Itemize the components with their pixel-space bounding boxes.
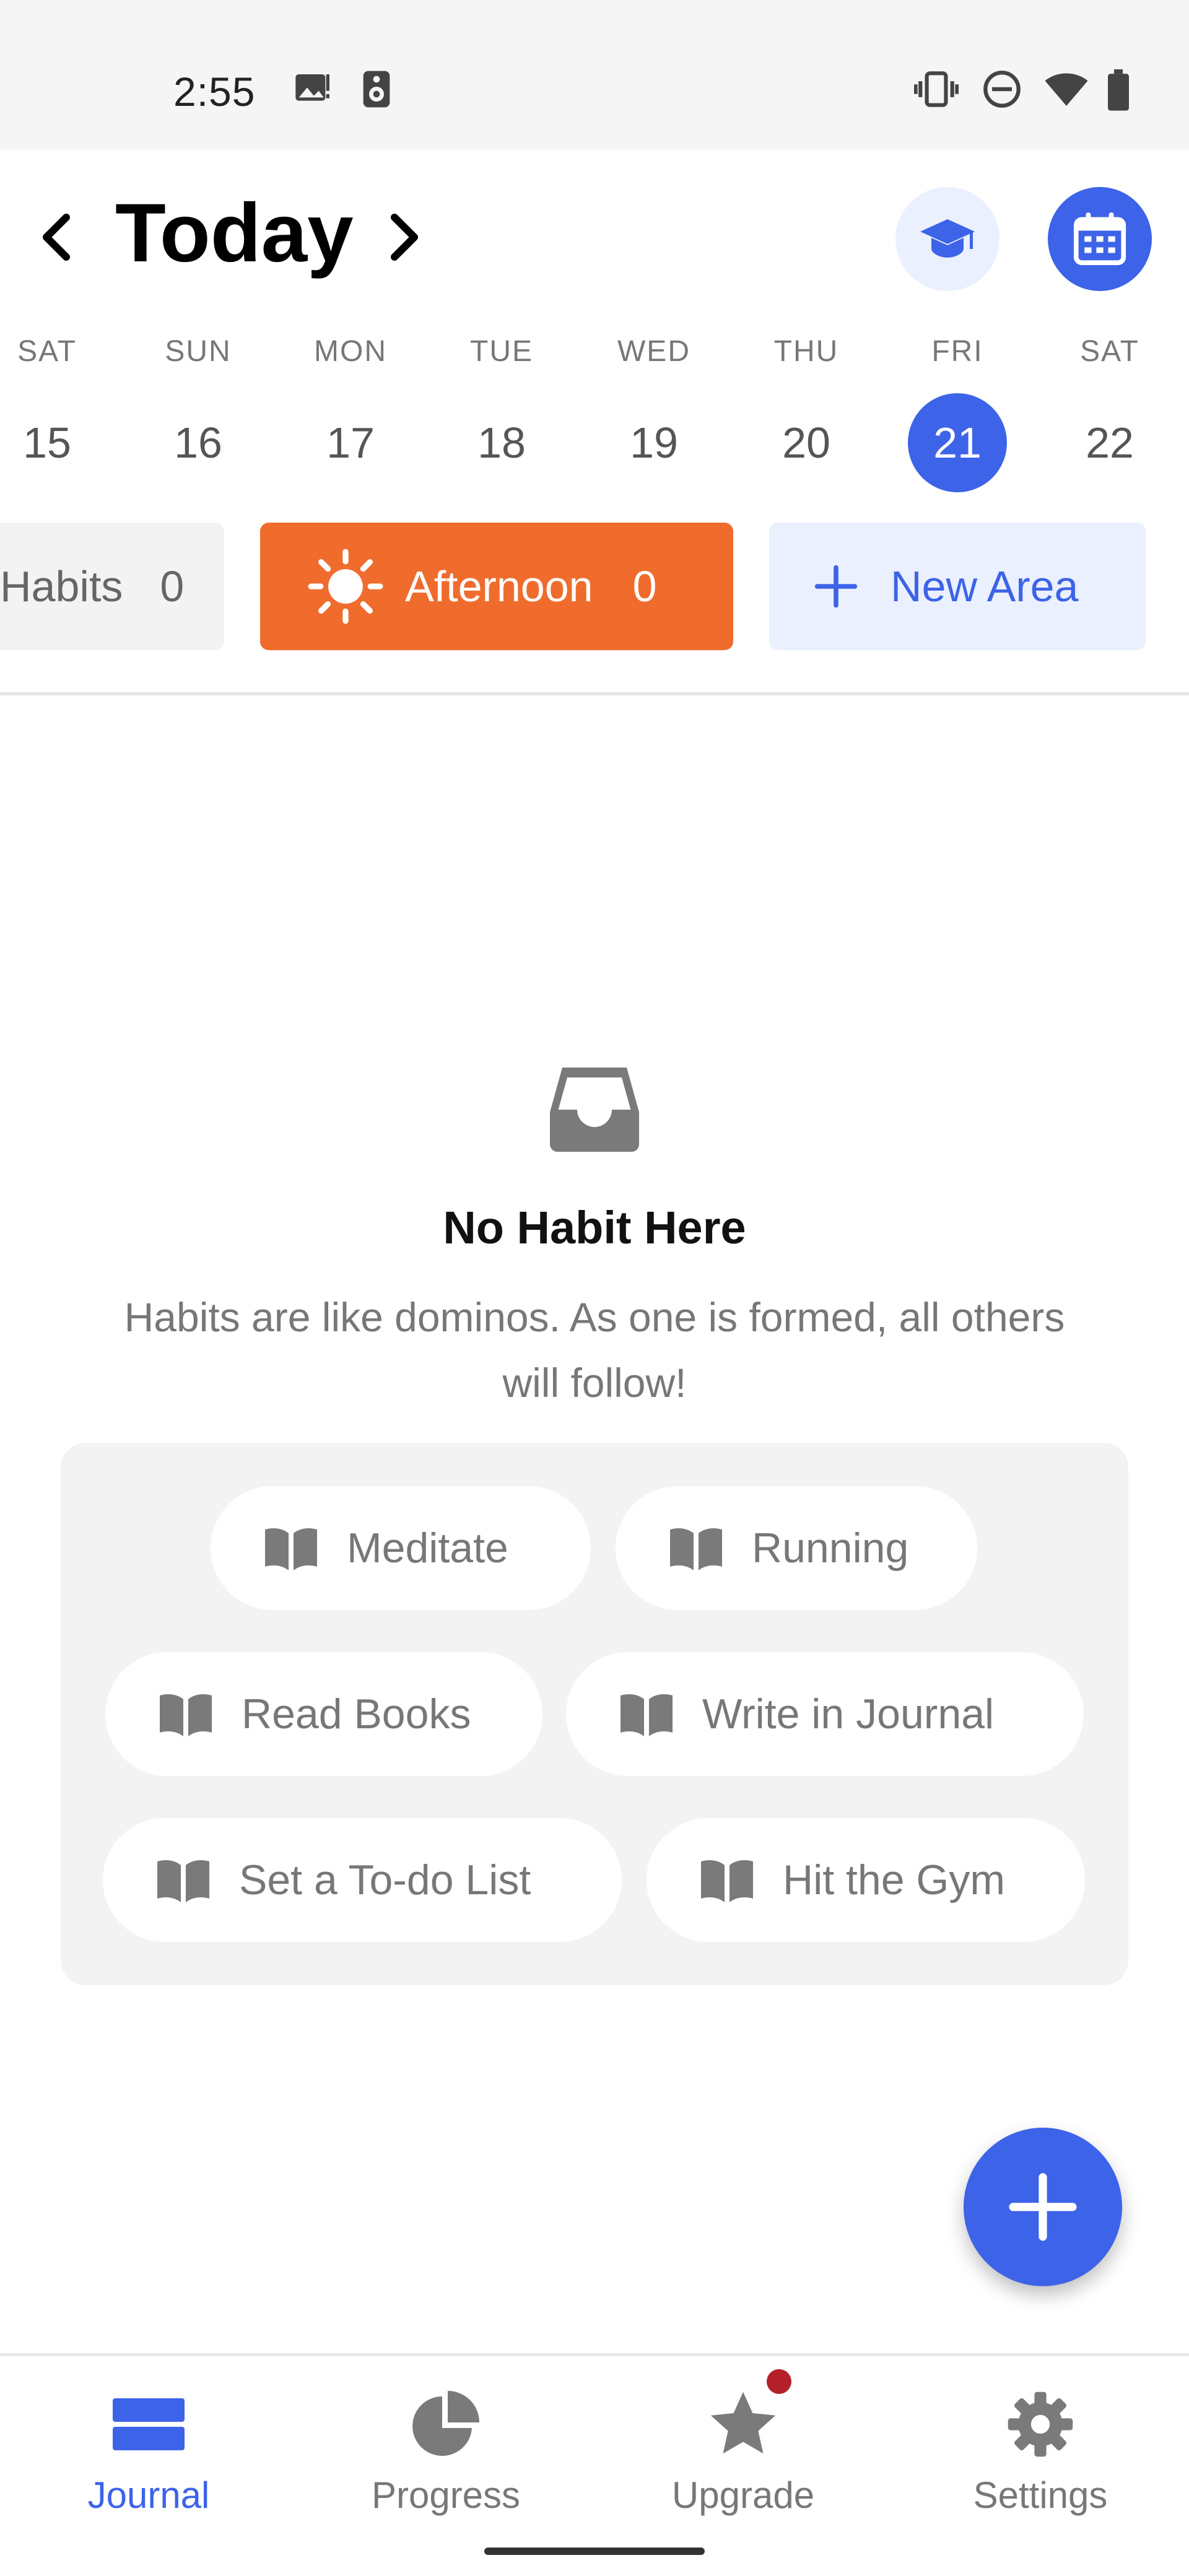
- suggestion-label: Set a To-do List: [239, 1856, 531, 1904]
- suggestion-set-a-to-do-list[interactable]: Set a To-do List: [103, 1818, 622, 1942]
- bottom-navigation: Journal Progress Upgrade Settings: [0, 2353, 1189, 2576]
- suggestion-label: Write in Journal: [702, 1690, 995, 1738]
- new-area-button[interactable]: New Area: [769, 523, 1146, 650]
- chevron-right-icon: [391, 214, 418, 261]
- day-wed-19[interactable]: WED 19: [592, 328, 716, 492]
- suggestion-label: Running: [752, 1525, 909, 1572]
- book-icon: [621, 1694, 673, 1736]
- do-not-disturb-icon: [983, 71, 1021, 108]
- day-thu-20[interactable]: THU 20: [744, 328, 868, 492]
- day-mon-17[interactable]: MON 17: [289, 328, 412, 492]
- calendar-icon: [1073, 212, 1126, 266]
- nav-progress[interactable]: Progress: [297, 2381, 594, 2517]
- nav-journal[interactable]: Journal: [0, 2381, 297, 2517]
- book-icon: [160, 1694, 212, 1736]
- book-icon: [157, 1860, 209, 1902]
- book-icon: [670, 1528, 722, 1570]
- status-bar: 2:55: [0, 0, 1189, 150]
- inbox-icon: [550, 1068, 639, 1152]
- week-strip: SAT 15 SUN 16 MON 17 TUE 18 WED 19 THU 20 FRI 2…: [0, 328, 1189, 502]
- day-sat-22[interactable]: SAT 22: [1048, 328, 1172, 492]
- suggestion-label: Meditate: [347, 1525, 508, 1572]
- gear-icon: [1008, 2391, 1073, 2457]
- area-chip-count: 0: [160, 562, 185, 611]
- tutorial-button[interactable]: [895, 187, 1000, 291]
- vibrate-icon: [914, 71, 959, 107]
- battery-icon: [1108, 69, 1129, 111]
- book-icon: [701, 1860, 753, 1902]
- day-sun-16[interactable]: SUN 16: [136, 328, 260, 492]
- suggestion-label: Read Books: [242, 1690, 471, 1738]
- plus-icon: [1009, 2173, 1077, 2241]
- nav-upgrade[interactable]: Upgrade: [594, 2381, 892, 2517]
- upgrade-notification-badge: [767, 2369, 791, 2394]
- graduation-cap-icon: [920, 219, 975, 258]
- status-time: 2:55: [173, 69, 256, 115]
- area-chip-label: Afternoon: [405, 562, 593, 611]
- suggestion-write-in-journal[interactable]: Write in Journal: [566, 1652, 1084, 1776]
- calendar-button[interactable]: [1048, 187, 1152, 291]
- book-icon: [265, 1528, 317, 1570]
- new-area-label: New Area: [891, 562, 1079, 611]
- plus-icon: [814, 565, 858, 608]
- chevron-left-icon: [43, 214, 70, 261]
- add-habit-button[interactable]: [964, 2128, 1122, 2286]
- journal-icon: [113, 2398, 185, 2450]
- day-fri-21[interactable]: FRI 21: [895, 328, 1019, 492]
- nav-settings[interactable]: Settings: [892, 2381, 1189, 2517]
- suggestion-label: Hit the Gym: [783, 1856, 1005, 1904]
- area-chip-afternoon[interactable]: Afternoon 0: [260, 523, 733, 650]
- empty-state-title: No Habit Here: [443, 1202, 746, 1253]
- next-day-button[interactable]: [375, 209, 431, 265]
- empty-state-subtitle: Habits are like dominos. As one is forme…: [124, 1294, 1065, 1406]
- divider: [0, 692, 1189, 695]
- day-sat-15[interactable]: SAT 15: [0, 328, 109, 492]
- sun-icon: [308, 549, 383, 624]
- speaker-notification-icon: [363, 71, 390, 108]
- day-tue-18[interactable]: TUE 18: [440, 328, 564, 492]
- home-indicator[interactable]: [484, 2548, 705, 2555]
- wifi-icon: [1045, 73, 1088, 106]
- gallery-notification-icon: [295, 74, 329, 101]
- page-title: Today: [115, 187, 354, 279]
- pie-chart-icon: [412, 2391, 479, 2456]
- suggestion-read-books[interactable]: Read Books: [105, 1652, 542, 1776]
- area-chip-habits[interactable]: Habits 0: [0, 523, 224, 650]
- star-icon: [710, 2391, 776, 2454]
- suggestion-running[interactable]: Running: [616, 1486, 977, 1610]
- suggestion-hit-the-gym[interactable]: Hit the Gym: [647, 1818, 1085, 1942]
- area-chip-count: 0: [632, 562, 657, 611]
- previous-day-button[interactable]: [30, 209, 85, 265]
- area-chip-label: Habits: [0, 562, 123, 611]
- suggestion-meditate[interactable]: Meditate: [211, 1486, 591, 1610]
